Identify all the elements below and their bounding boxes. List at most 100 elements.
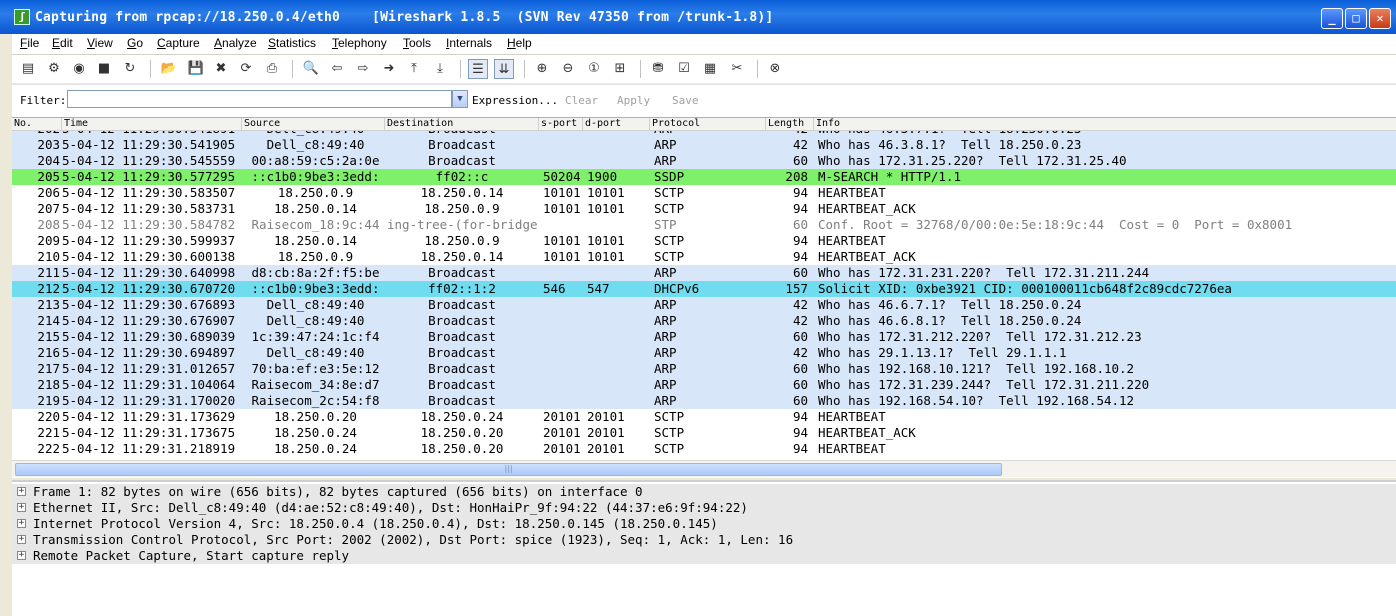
packet-row[interactable]: 215 5-04-12 11:29:30.689039 1c:39:47:24:1c… (12, 329, 1396, 345)
menu-internals[interactable]: Internals (446, 36, 492, 50)
auto-scroll-icon[interactable]: ⇊ (494, 59, 514, 79)
column-header-source[interactable]: Source (242, 118, 385, 130)
column-header-destination[interactable]: Destination (385, 118, 539, 130)
packet-row[interactable]: 218 5-04-12 11:29:31.104064 Raisecom_34:8e… (12, 377, 1396, 393)
detail-ethernet[interactable]: + Ethernet II, Src: Dell_c8:49:40 (d4:ae… (12, 500, 1396, 516)
start-capture-icon[interactable]: ◉ (69, 59, 89, 79)
coloring-rules-icon[interactable]: ▦ (700, 59, 720, 79)
column-header-no[interactable]: No. (12, 118, 62, 130)
packet-row[interactable]: 212 5-04-12 11:29:30.670720::c1b0:9be3:3e… (12, 281, 1396, 297)
packet-row[interactable]: 211 5-04-12 11:29:30.640998 d8:cb:8a:2f:f5… (12, 265, 1396, 281)
cell-src: 18.250.0.20 (274, 409, 357, 424)
go-back-icon[interactable]: ⇦ (327, 59, 347, 79)
expand-icon[interactable]: + (17, 535, 26, 544)
packet-row[interactable]: 221 5-04-12 11:29:31.173675 18.250.0.24 18.… (12, 425, 1396, 441)
menu-capture[interactable]: Capture (157, 36, 200, 50)
column-header-time[interactable]: Time (62, 118, 242, 130)
packet-row[interactable]: 206 5-04-12 11:29:30.583507 18.250.0.9 18.2… (12, 185, 1396, 201)
cell-dst: 18.250.0.9 (424, 233, 500, 248)
go-to-packet-icon[interactable]: ➜ (379, 59, 399, 79)
menu-view[interactable]: View (87, 36, 113, 50)
print-icon[interactable]: ⎙ (262, 59, 282, 79)
menu-telephony[interactable]: Telephony (332, 36, 387, 50)
packet-row[interactable]: 209 5-04-12 11:29:30.599937 18.250.0.14 18.… (12, 233, 1396, 249)
detail-rpcap[interactable]: + Remote Packet Capture, Start capture r… (12, 548, 1396, 564)
packet-row[interactable]: 210 5-04-12 11:29:30.600138 18.250.0.9 18.2… (12, 249, 1396, 265)
capture-options-icon[interactable]: ⚙ (44, 59, 64, 79)
packet-row[interactable]: 204 5-04-12 11:29:30.545559 00:a8:59:c5:2a… (12, 153, 1396, 169)
expand-icon[interactable]: + (17, 519, 26, 528)
detail-tcp[interactable]: + Transmission Control Protocol, Src Por… (12, 532, 1396, 548)
cell-len: 157 (785, 281, 808, 296)
cell-no: 218 (37, 377, 60, 392)
save-file-icon[interactable]: 💾 (186, 59, 206, 79)
apply-button[interactable]: Apply (617, 94, 650, 107)
cell-proto: SCTP (654, 249, 685, 264)
packet-row[interactable]: 220 5-04-12 11:29:31.173629 18.250.0.20 18.… (12, 409, 1396, 425)
go-first-icon[interactable]: ⤒ (404, 59, 424, 79)
packet-row[interactable]: 208 5-04-12 11:29:30.584782 Raisecom_18:9c… (12, 217, 1396, 233)
save-filter-button[interactable]: Save (672, 94, 699, 107)
filter-input[interactable] (67, 90, 452, 108)
capture-filters-icon[interactable]: ⛃ (648, 59, 668, 79)
close-button[interactable]: ✕ (1369, 8, 1391, 29)
restart-capture-icon[interactable]: ↻ (120, 59, 140, 79)
expand-icon[interactable]: + (17, 503, 26, 512)
packet-row[interactable]: 222 5-04-12 11:29:31.218919 18.250.0.24 18.… (12, 441, 1396, 457)
go-forward-icon[interactable]: ⇨ (353, 59, 373, 79)
interfaces-icon[interactable]: ▤ (18, 59, 38, 79)
packet-list-hscrollbar[interactable]: ||| (12, 460, 1396, 477)
expand-icon[interactable]: + (17, 487, 26, 496)
column-header-info[interactable]: Info (814, 118, 1396, 130)
zoom-in-icon[interactable]: ⊕ (532, 59, 552, 79)
reload-icon[interactable]: ⟳ (236, 59, 256, 79)
find-packet-icon[interactable]: 🔍 (301, 59, 321, 79)
scrollbar-thumb[interactable]: ||| (15, 463, 1002, 476)
expand-icon[interactable]: + (17, 551, 26, 560)
preferences-icon[interactable]: ✂ (727, 59, 747, 79)
packet-row[interactable]: 214 5-04-12 11:29:30.676907 Dell_c8:49:40 B… (12, 313, 1396, 329)
display-filters-icon[interactable]: ☑ (674, 59, 694, 79)
close-file-icon[interactable]: ✖ (211, 59, 231, 79)
packet-row[interactable]: 205 5-04-12 11:29:30.577295::c1b0:9be3:3e… (12, 169, 1396, 185)
packet-list[interactable]: No. Time Source Destination s-port d-por… (12, 117, 1396, 478)
detail-frame[interactable]: + Frame 1: 82 bytes on wire (656 bits), … (12, 484, 1396, 500)
packet-row[interactable]: 217 5-04-12 11:29:31.012657 70:ba:ef:e3:5e… (12, 361, 1396, 377)
packet-row[interactable]: 203 5-04-12 11:29:30.541905 Dell_c8:49:40 B… (12, 137, 1396, 153)
cell-info: HEARTBEAT_ACK (818, 249, 916, 264)
menu-statistics[interactable]: Statistics (268, 36, 316, 50)
help-icon[interactable]: ⊗ (765, 59, 785, 79)
column-header-dport[interactable]: d-port (583, 118, 650, 130)
menu-analyze[interactable]: Analyze (214, 36, 257, 50)
menu-tools[interactable]: Tools (403, 36, 431, 50)
zoom-out-icon[interactable]: ⊖ (558, 59, 578, 79)
expression-button[interactable]: Expression... (472, 94, 558, 107)
colorize-icon[interactable]: ☰ (468, 59, 488, 79)
cell-src: Raisecom_18:9c:44 (251, 217, 380, 232)
menu-file[interactable]: File (20, 36, 39, 50)
column-header-length[interactable]: Length (766, 118, 814, 130)
menu-help[interactable]: Help (507, 36, 532, 50)
cell-info: Who has 46.6.8.1? Tell 18.250.0.24 (818, 313, 1082, 328)
cell-sport: 10101 (543, 233, 581, 248)
packet-row[interactable]: 219 5-04-12 11:29:31.170020 Raisecom_2c:54… (12, 393, 1396, 409)
maximize-button[interactable]: □ (1345, 8, 1367, 29)
packet-row[interactable]: 216 5-04-12 11:29:30.694897 Dell_c8:49:40 B… (12, 345, 1396, 361)
menu-go[interactable]: Go (127, 36, 143, 50)
minimize-button[interactable]: _ (1321, 8, 1343, 29)
cell-len: 42 (792, 297, 808, 312)
resize-columns-icon[interactable]: ⊞ (610, 59, 630, 79)
column-header-protocol[interactable]: Protocol (650, 118, 766, 130)
filter-dropdown-button[interactable]: ▼ (452, 90, 468, 108)
column-header-sport[interactable]: s-port (539, 118, 583, 130)
menu-edit[interactable]: Edit (52, 36, 73, 50)
open-file-icon[interactable]: 📂 (159, 59, 179, 79)
packet-rows: 2025-04-12 11:29:30.541891Dell_c8:49:40B… (12, 121, 1396, 457)
zoom-normal-icon[interactable]: ① (584, 59, 604, 79)
detail-ipv4[interactable]: + Internet Protocol Version 4, Src: 18.2… (12, 516, 1396, 532)
stop-capture-icon[interactable]: ■ (94, 59, 114, 79)
clear-button[interactable]: Clear (565, 94, 598, 107)
packet-row[interactable]: 207 5-04-12 11:29:30.583731 18.250.0.14 18.… (12, 201, 1396, 217)
go-last-icon[interactable]: ⤓ (430, 59, 450, 79)
packet-row[interactable]: 213 5-04-12 11:29:30.676893 Dell_c8:49:40 B… (12, 297, 1396, 313)
